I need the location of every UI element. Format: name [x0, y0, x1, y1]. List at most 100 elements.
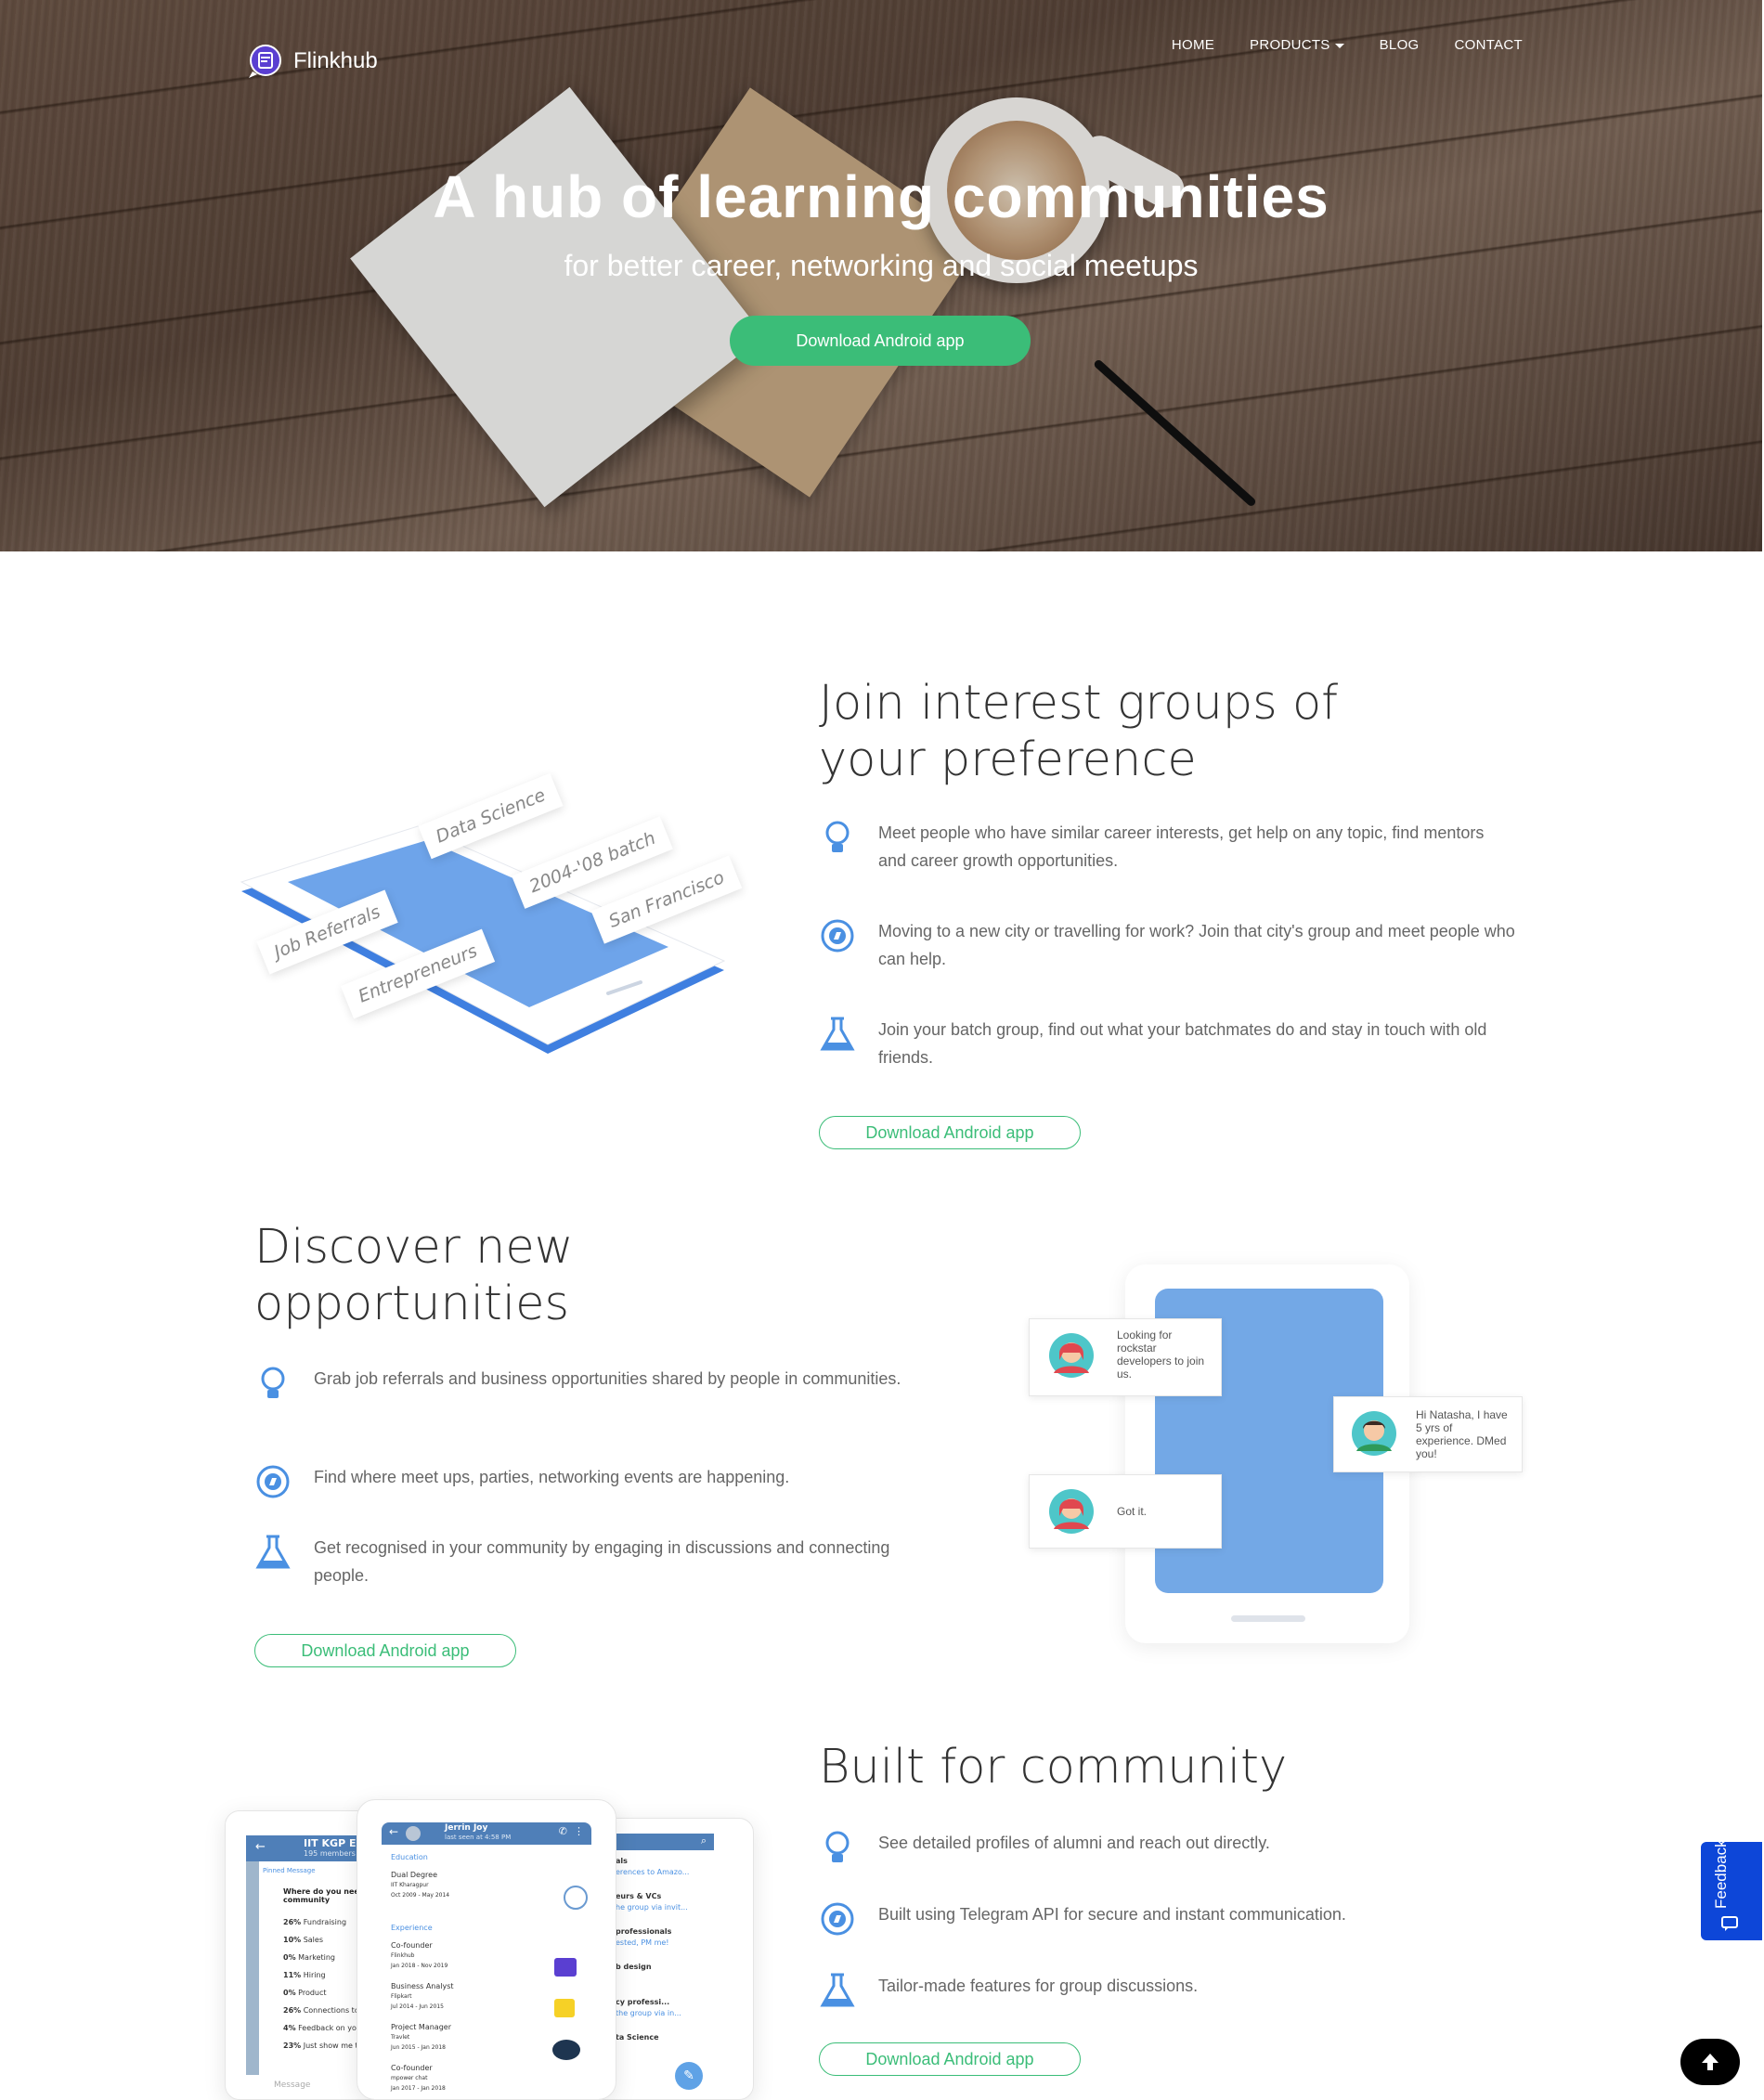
- poll-label: Product: [298, 1989, 327, 1997]
- poll-pct: 4%: [283, 2024, 296, 2032]
- home-bar: [1231, 1615, 1305, 1622]
- avatar-woman-icon: [1049, 1489, 1094, 1534]
- download-android-button[interactable]: Download Android app: [254, 1634, 516, 1667]
- screenshot-profile: ← Jerrin Joy last seen at 4:58 PM ✆ ⋮ Ed…: [357, 1799, 616, 2100]
- download-android-button[interactable]: Download Android app: [819, 2042, 1081, 2076]
- section1-title-line1: Join interest groups of: [819, 676, 1339, 731]
- poll-pct: 23%: [283, 2042, 302, 2050]
- avatar: [406, 1826, 421, 1841]
- back-arrow-icon[interactable]: ←: [389, 1825, 398, 1838]
- chat-preview: ested, PM me!: [616, 1938, 669, 1947]
- compass-icon: [821, 1902, 854, 1936]
- flask-icon: [820, 1973, 855, 2007]
- flask-icon: [820, 1017, 855, 1051]
- job-title: Business Analyst: [391, 1982, 454, 1990]
- feature-text: Built using Telegram API for secure and …: [878, 1905, 1346, 1924]
- chat-bubble: Looking for rockstar developers to join …: [1029, 1318, 1222, 1396]
- feature-text: Join your batch group, find out what you…: [878, 1020, 1487, 1067]
- hero-banner: Flinkhub HOME PRODUCTS BLOG CONTACT A hu…: [0, 0, 1762, 551]
- chat-list-item[interactable]: professionals ested, PM me!: [616, 1926, 718, 1962]
- edu-title: Dual Degree: [391, 1871, 438, 1879]
- compose-pencil-icon[interactable]: ✎: [675, 2062, 703, 2090]
- chat-list-item[interactable]: eurs & VCs he group via invit...: [616, 1891, 718, 1926]
- nav-contact[interactable]: CONTACT: [1455, 37, 1523, 53]
- section1-title: Join interest groups of your preference: [819, 675, 1338, 788]
- profile-body: Education Dual Degree IIT Kharagpur Oct …: [391, 1852, 577, 2099]
- chat-message: Looking for rockstar developers to join …: [1117, 1329, 1205, 1381]
- feature-text: Tailor-made features for group discussio…: [878, 1977, 1199, 1995]
- profile-name: Jerrin Joy: [445, 1823, 488, 1833]
- education-heading: Education: [391, 1853, 428, 1861]
- feedback-chat-icon: [1721, 1916, 1738, 1931]
- more-menu-icon[interactable]: ⋮: [574, 1825, 584, 1837]
- feature-item: Find where meet ups, parties, networking…: [254, 1463, 941, 1500]
- chat-list-item[interactable]: ta Science: [616, 2032, 718, 2068]
- chat-name: eurs & VCs: [616, 1892, 662, 1900]
- poll-label: Sales: [303, 1936, 323, 1944]
- download-android-button[interactable]: Download Android app: [730, 316, 1031, 366]
- scroll-to-top-button[interactable]: [1680, 2039, 1740, 2085]
- nav-products[interactable]: PRODUCTS: [1250, 37, 1344, 53]
- phone-call-icon[interactable]: ✆: [559, 1825, 567, 1837]
- poll-pct: 0%: [283, 1953, 296, 1962]
- lightbulb-icon: [825, 821, 850, 852]
- brand-name: Flinkhub: [293, 48, 378, 73]
- poll-label: Feedback on yo...: [298, 2024, 364, 2032]
- lightbulb-icon: [261, 1367, 285, 1398]
- top-nav: HOME PRODUCTS BLOG CONTACT: [1172, 37, 1523, 53]
- chat-preview: the group via in...: [616, 2009, 681, 2017]
- chat-name: b design: [616, 1963, 652, 1971]
- arrow-up-icon: [1702, 2054, 1719, 2070]
- poll-label: Hiring: [303, 1971, 326, 1979]
- chat-wallpaper-strip: [246, 1861, 259, 2075]
- avatar-woman-icon: [1049, 1333, 1094, 1378]
- hero-subtitle: for better career, networking and social…: [564, 249, 1199, 282]
- lightbulb-icon: [825, 1831, 850, 1862]
- chat-name: professionals: [616, 1927, 672, 1936]
- chat-list-item[interactable]: als erences to Amazo...: [616, 1856, 718, 1891]
- chat-preview: erences to Amazo...: [616, 1868, 690, 1876]
- chat-list-item[interactable]: cy professi... the group via in...: [616, 1997, 718, 2032]
- flinkhub-logo-icon: [249, 45, 281, 78]
- chat-preview: he group via invit...: [616, 1903, 688, 1912]
- poll-pct: 10%: [283, 1936, 302, 1944]
- flask-icon: [255, 1535, 291, 1569]
- flinkhub-logo-icon: [554, 1958, 577, 1977]
- section3-title: Built for community: [819, 1740, 1288, 1795]
- section2-title-line1: Discover new: [254, 1220, 574, 1275]
- chat-name: cy professi...: [616, 1998, 670, 2006]
- job-item: Business Analyst Flipkart Jul 2014 - Jun 2…: [391, 1981, 577, 2022]
- feature-item: See detailed profiles of alumni and reac…: [819, 1829, 1515, 1866]
- hero-title: A hub of learning communities: [433, 163, 1329, 230]
- chat-name: ta Science: [616, 2033, 659, 2042]
- poll-label: Marketing: [298, 1953, 336, 1962]
- feedback-label: Feedback: [1712, 1839, 1730, 1909]
- chat-message: Hi Natasha, I have 5 yrs of experience. …: [1416, 1408, 1508, 1460]
- nav-products-label: PRODUCTS: [1250, 37, 1330, 53]
- job-dates: Jan 2018 - Nov 2019: [391, 1963, 448, 1969]
- job-item: Project Manager Travlet Jun 2015 - Jan 201…: [391, 2022, 577, 2063]
- back-arrow-icon[interactable]: ←: [255, 1840, 266, 1854]
- iit-logo-icon: [564, 1886, 588, 1910]
- nav-home[interactable]: HOME: [1172, 37, 1214, 53]
- search-icon[interactable]: ⌕: [701, 1834, 707, 1847]
- chat-list-item[interactable]: b design: [616, 1962, 718, 1997]
- avatar-man-icon: [1352, 1411, 1396, 1456]
- job-dates: Jun 2015 - Jan 2018: [391, 2044, 446, 2051]
- profile-status: last seen at 4:58 PM: [445, 1834, 512, 1841]
- poll-pct: 26%: [283, 2006, 302, 2015]
- logo[interactable]: Flinkhub: [243, 44, 378, 79]
- download-android-button[interactable]: Download Android app: [819, 1116, 1081, 1149]
- nav-blog[interactable]: BLOG: [1380, 37, 1420, 53]
- chat-bubble: Hi Natasha, I have 5 yrs of experience. …: [1333, 1396, 1523, 1472]
- poll-pct: 26%: [283, 1918, 302, 1926]
- feedback-tab[interactable]: Feedback: [1701, 1839, 1762, 1940]
- section2-title: Discover new opportunities: [254, 1219, 573, 1332]
- feature-text: Moving to a new city or travelling for w…: [878, 922, 1515, 968]
- job-dates: Jul 2014 - Jun 2015: [391, 2003, 444, 2010]
- job-item: Co-founder Flinkhub Jan 2018 - Nov 2019: [391, 1940, 577, 1981]
- message-input[interactable]: Message: [274, 2081, 310, 2090]
- feature-item: Grab job referrals and business opportun…: [254, 1365, 941, 1402]
- feature-text: Grab job referrals and business opportun…: [314, 1369, 901, 1388]
- job-item: Co-founder mpower chat Jan 2017 - Jan 2018: [391, 2063, 577, 2099]
